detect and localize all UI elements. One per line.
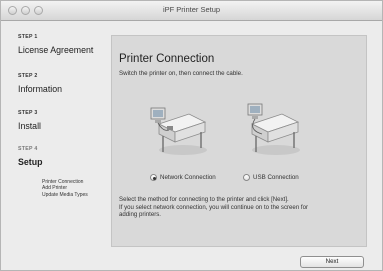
window-title: iPF Printer Setup: [162, 5, 221, 14]
step-3: STEP 3 Install: [18, 110, 41, 131]
content-panel: Printer Connection Switch the printer on…: [111, 35, 367, 247]
substep-update-media-types: Update Media Types: [42, 191, 88, 198]
steps-sidebar: STEP 1 License Agreement STEP 2 Informat…: [1, 22, 109, 252]
step-number: STEP 3: [18, 110, 38, 116]
step-title: Information: [18, 84, 63, 94]
step-title: License Agreement: [18, 45, 94, 55]
step-number: STEP 4: [18, 146, 38, 152]
step-title: Setup: [18, 157, 43, 167]
panel-subtitle: Switch the printer on, then connect the …: [119, 70, 243, 77]
step-number: STEP 2: [18, 73, 38, 79]
radio-label: USB Connection: [253, 174, 299, 181]
radio-unchecked-icon[interactable]: [243, 174, 250, 181]
step-1: STEP 1 License Agreement: [18, 34, 93, 55]
usb-connection-radio[interactable]: USB Connection: [243, 174, 299, 181]
title-bar: iPF Printer Setup: [1, 1, 382, 21]
network-printer-illustration[interactable]: [149, 102, 211, 158]
instruction-text: Select the method for connecting to the …: [119, 196, 365, 219]
step-number: STEP 1: [18, 34, 38, 40]
next-button[interactable]: Next: [300, 256, 364, 268]
substep-list: Printer Connection Add Printer Update Me…: [42, 179, 88, 198]
step-4: STEP 4 Setup: [18, 146, 42, 167]
radio-checked-icon[interactable]: [150, 174, 157, 181]
panel-title: Printer Connection: [119, 53, 215, 65]
usb-printer-illustration[interactable]: [242, 100, 304, 158]
setup-window: iPF Printer Setup STEP 1 License Agreeme…: [0, 0, 383, 271]
instruction-line: Select the method for connecting to the …: [119, 196, 289, 203]
instruction-line: If you select network connection, you wi…: [119, 203, 309, 211]
step-title: Install: [18, 121, 41, 131]
instruction-line: adding printers.: [119, 211, 162, 219]
radio-label: Network Connection: [160, 174, 216, 181]
network-connection-radio[interactable]: Network Connection: [150, 174, 216, 181]
step-2: STEP 2 Information: [18, 73, 62, 94]
